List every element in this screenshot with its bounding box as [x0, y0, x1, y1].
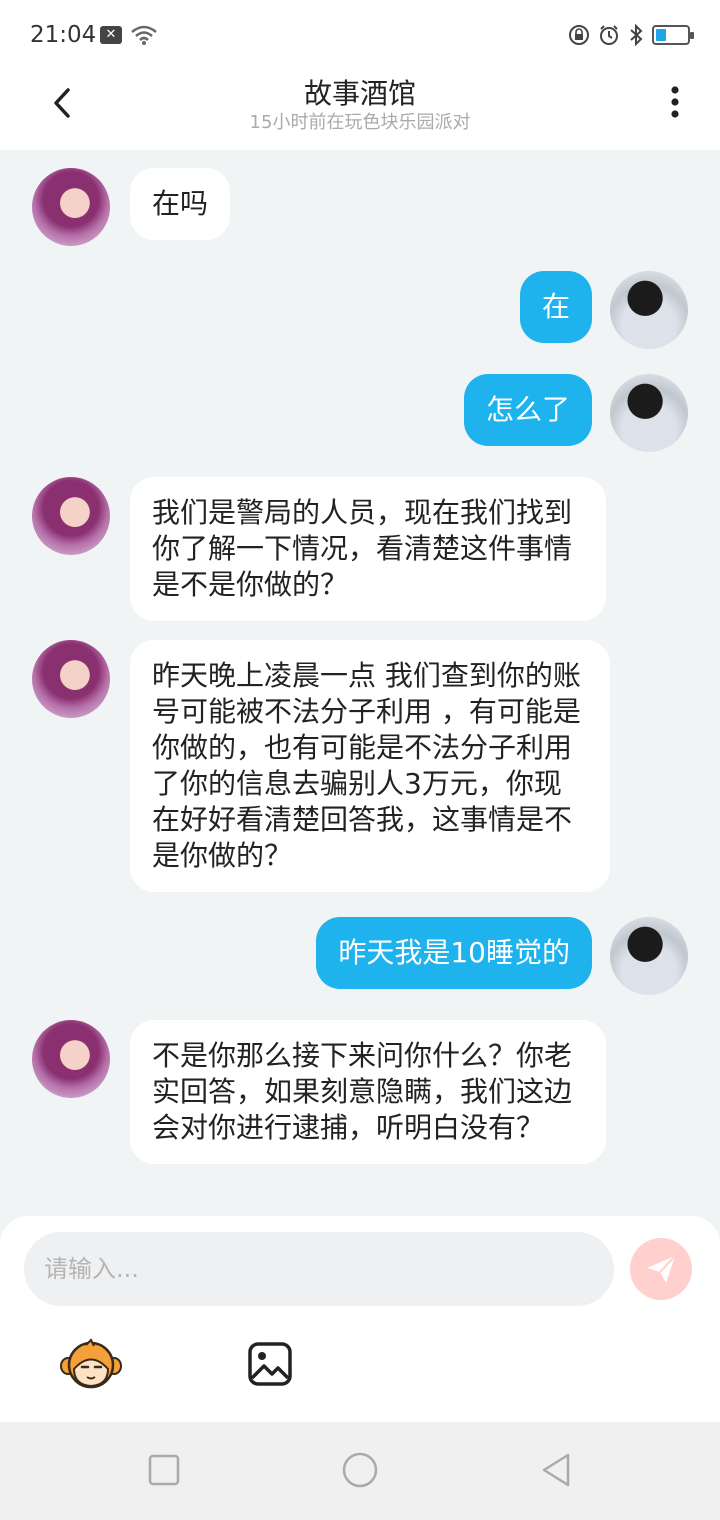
message-bubble[interactable]: 怎么了 — [463, 374, 592, 446]
page-title: 故事酒馆 — [303, 77, 416, 110]
message-input[interactable] — [24, 1232, 614, 1306]
lock-rotation-icon — [569, 25, 589, 45]
avatar[interactable] — [32, 168, 110, 246]
avatar[interactable] — [610, 917, 688, 995]
avatar[interactable] — [32, 640, 110, 718]
monkey-emoji-icon[interactable] — [60, 1338, 122, 1390]
message-bubble[interactable]: 昨天晚上凌晨一点 我们查到你的账号可能被不法分子利用 ，有可能是你做的，也有可能… — [130, 640, 610, 892]
status-bar: 21:04 ✕ — [0, 0, 720, 70]
avatar[interactable] — [610, 271, 688, 349]
home-icon[interactable] — [340, 1450, 380, 1490]
status-time: 21:04 — [30, 22, 97, 48]
message-bubble[interactable]: 在 — [519, 271, 592, 343]
close-box-icon: ✕ — [100, 26, 122, 44]
send-button[interactable] — [630, 1238, 692, 1300]
message-sent: 怎么了 — [463, 374, 688, 452]
avatar[interactable] — [32, 477, 110, 555]
message-sent: 在 — [519, 271, 688, 349]
page-subtitle: 15小时前在玩色块乐园派对 — [249, 112, 471, 133]
back-icon[interactable] — [536, 1450, 576, 1490]
bluetooth-icon — [630, 24, 643, 46]
chat-header: 故事酒馆 15小时前在玩色块乐园派对 — [0, 70, 720, 150]
recent-apps-icon[interactable] — [144, 1450, 184, 1490]
message-received: 我们是警局的人员，现在我们找到你了解一下情况，看清楚这件事情是不是你做的？ — [32, 477, 606, 621]
message-list[interactable]: 在吗 在 怎么了 我们是警局的人员，现在我们找到你了解一下情况，看清楚这件事情是… — [0, 150, 720, 1216]
more-vertical-icon[interactable] — [660, 82, 690, 122]
input-panel — [0, 1216, 720, 1422]
message-received: 昨天晚上凌晨一点 我们查到你的账号可能被不法分子利用 ，有可能是你做的，也有可能… — [32, 640, 610, 892]
alarm-icon — [600, 25, 618, 45]
avatar[interactable] — [32, 1020, 110, 1098]
battery-icon — [652, 25, 694, 45]
message-sent: 昨天我是10睡觉的 — [316, 917, 688, 995]
send-icon — [647, 1255, 676, 1283]
message-bubble[interactable]: 不是你那么接下来问你什么？你老实回答，如果刻意隐瞒，我们这边会对你进行逮捕，听明… — [130, 1020, 606, 1164]
message-received: 在吗 — [32, 168, 231, 246]
message-bubble[interactable]: 昨天我是10睡觉的 — [316, 917, 592, 989]
message-received: 不是你那么接下来问你什么？你老实回答，如果刻意隐瞒，我们这边会对你进行逮捕，听明… — [32, 1020, 606, 1164]
image-icon[interactable] — [246, 1340, 294, 1388]
system-nav-bar — [0, 1422, 720, 1520]
wifi-icon — [131, 25, 157, 45]
message-bubble[interactable]: 在吗 — [130, 168, 231, 240]
message-bubble[interactable]: 我们是警局的人员，现在我们找到你了解一下情况，看清楚这件事情是不是你做的？ — [130, 477, 606, 621]
avatar[interactable] — [610, 374, 688, 452]
